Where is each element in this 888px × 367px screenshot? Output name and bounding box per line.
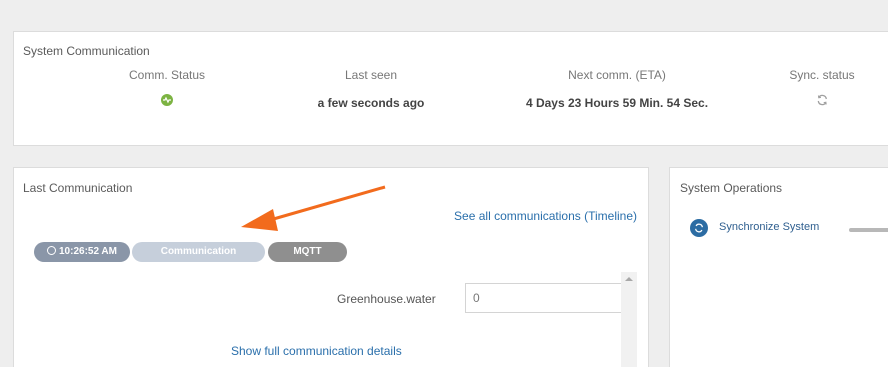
- time-chip[interactable]: 10:26:52 AM: [34, 242, 130, 262]
- timeline-link[interactable]: See all communications (Timeline): [454, 209, 637, 223]
- sync-icon[interactable]: [690, 219, 708, 237]
- synchronize-system-button[interactable]: Synchronize System: [719, 221, 819, 233]
- sync-status-column: Sync. status: [789, 68, 855, 111]
- panel-title: System Communication: [23, 44, 150, 58]
- last-seen-label: Last seen: [344, 68, 398, 82]
- next-comm-label: Next comm. (ETA): [568, 68, 666, 82]
- field-label: Greenhouse.water: [337, 292, 436, 306]
- show-details-link[interactable]: Show full communication details: [231, 344, 402, 358]
- online-status-icon: [161, 94, 173, 106]
- last-seen-value: a few seconds ago: [317, 96, 425, 110]
- comm-status-column: Comm. Status: [129, 68, 205, 111]
- last-seen-column: Last seen a few seconds ago: [318, 68, 425, 110]
- protocol-chip[interactable]: MQTT: [268, 242, 347, 262]
- sync-icon[interactable]: [816, 94, 828, 109]
- panel-title: System Operations: [680, 181, 783, 195]
- next-comm-value: 4 Days 23 Hours 59 Min. 54 Sec.: [525, 96, 709, 110]
- scrollbar[interactable]: [621, 272, 637, 367]
- last-communication-panel: Last Communication See all communication…: [13, 167, 649, 367]
- operation-progress-bar: [849, 228, 888, 232]
- greenhouse-water-field[interactable]: 0: [465, 283, 625, 313]
- comm-status-label: Comm. Status: [128, 68, 206, 82]
- clock-icon: [47, 246, 56, 255]
- sync-status-label: Sync. status: [789, 68, 855, 82]
- system-operations-panel: System Operations Synchronize System: [669, 167, 888, 367]
- communication-chip[interactable]: Communication: [132, 242, 265, 262]
- time-chip-label: 10:26:52 AM: [59, 246, 117, 257]
- panel-title: Last Communication: [23, 181, 133, 195]
- next-comm-column: Next comm. (ETA) 4 Days 23 Hours 59 Min.…: [526, 68, 708, 110]
- scroll-up-icon[interactable]: [625, 277, 633, 281]
- system-communication-panel: System Communication Comm. Status Last s…: [13, 31, 888, 146]
